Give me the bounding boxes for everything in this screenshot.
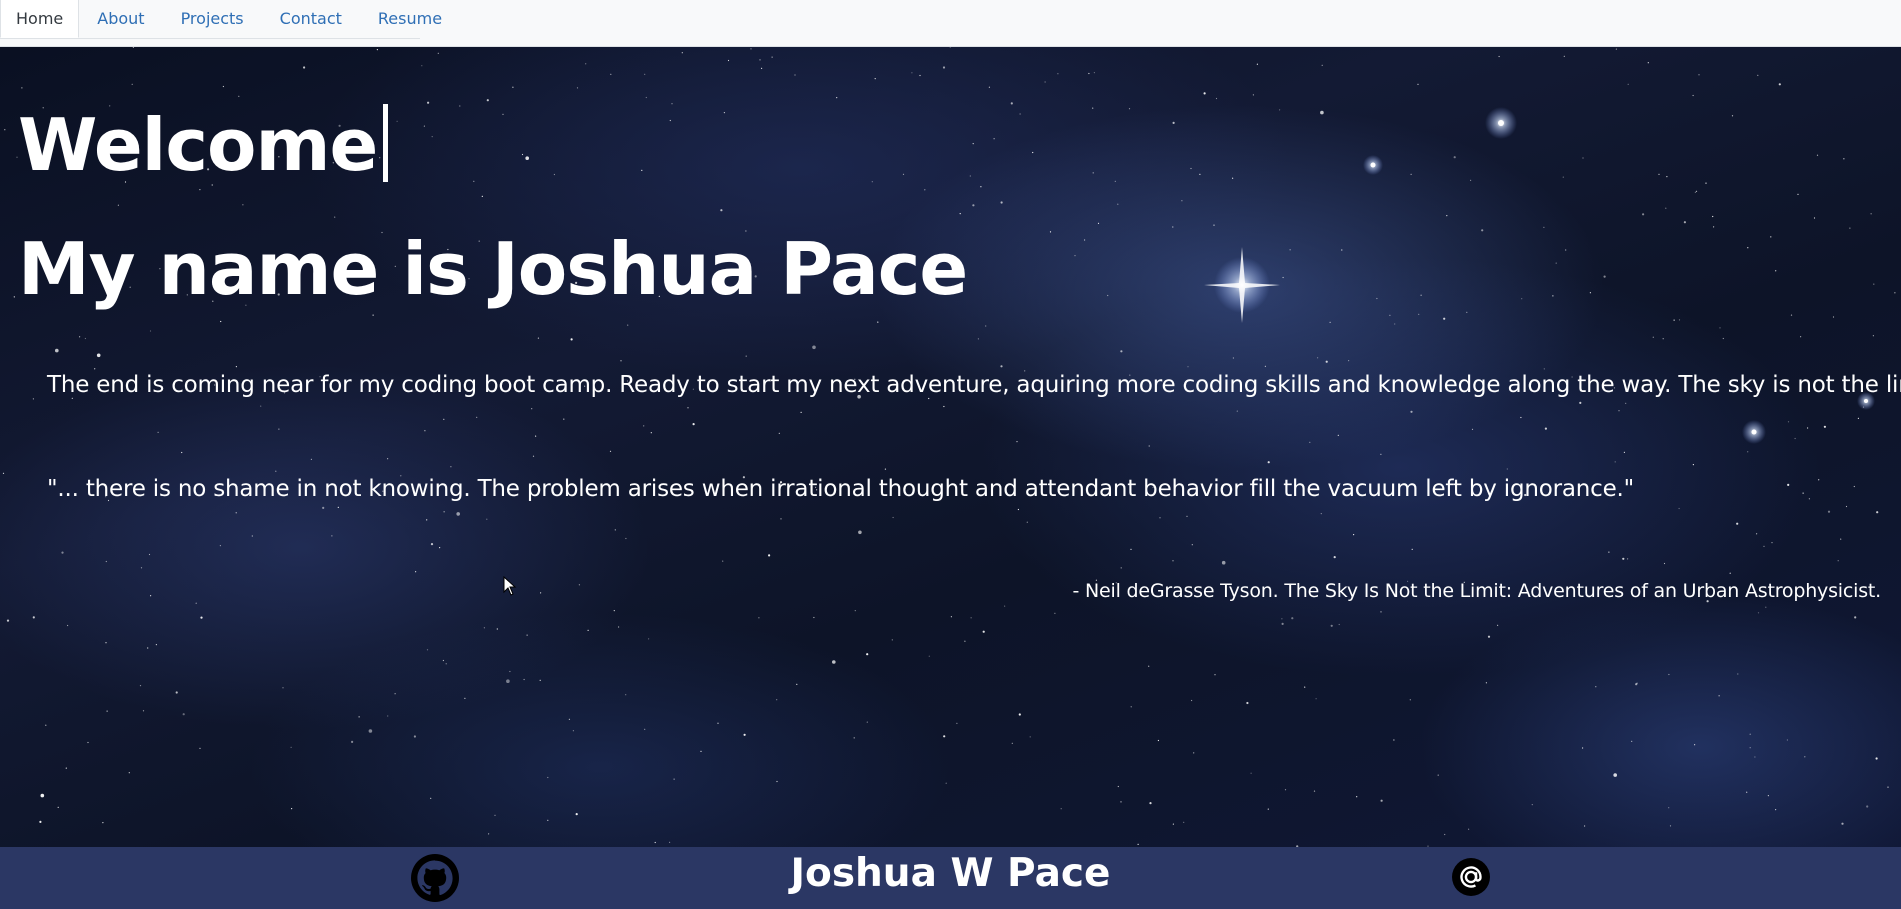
email-at-icon[interactable] [1452,858,1490,896]
top-navbar: Home About Projects Contact Resume [0,0,1901,47]
tab-resume[interactable]: Resume [360,0,460,38]
tab-contact[interactable]: Contact [262,0,360,38]
typing-caret [383,104,389,182]
quote-text: "... there is no shame in not knowing. T… [47,476,1635,502]
footer: Joshua W Pace [0,847,1901,909]
intro-paragraph: The end is coming near for my coding boo… [47,372,1901,398]
tab-projects[interactable]: Projects [163,0,262,38]
welcome-heading: Welcome [18,103,389,187]
tab-home[interactable]: Home [0,0,80,38]
name-heading: My name is Joshua Pace [18,227,968,311]
tab-about[interactable]: About [79,0,162,38]
hero-section: Welcome My name is Joshua Pace The end i… [0,47,1901,847]
footer-name: Joshua W Pace [790,851,1111,896]
nav-tabs: Home About Projects Contact Resume [0,0,442,39]
quote-attribution: - Neil deGrasse Tyson. The Sky Is Not th… [1072,580,1882,602]
mouse-pointer-icon [503,576,517,596]
